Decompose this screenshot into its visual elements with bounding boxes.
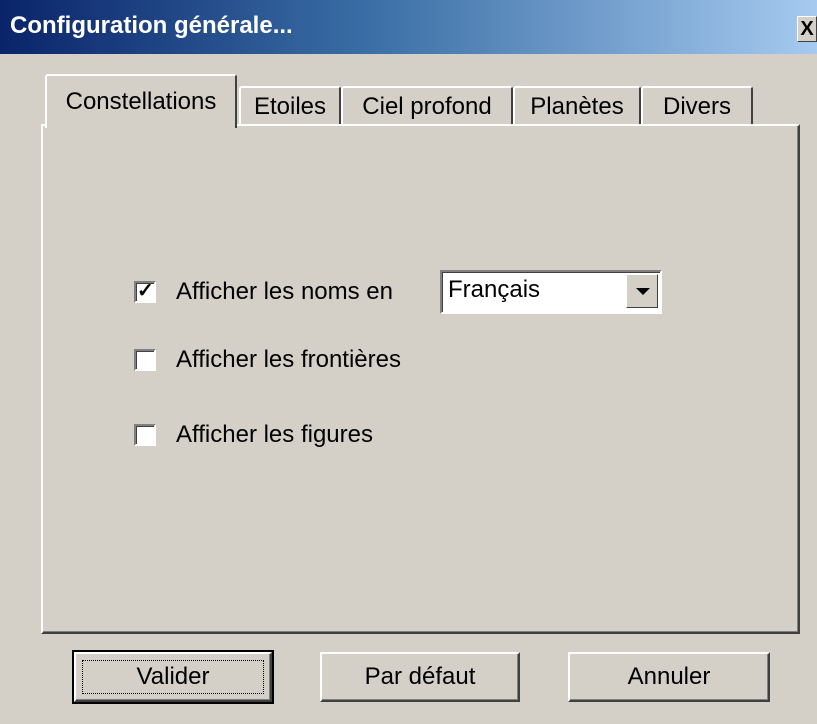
tab-label: Divers bbox=[662, 93, 731, 120]
tab-constellations[interactable]: Constellations bbox=[45, 74, 237, 128]
language-select-value: Français bbox=[448, 276, 541, 303]
tab-panel-constellations bbox=[41, 124, 800, 634]
tab-label: Constellations bbox=[65, 88, 217, 115]
cancel-button-label: Annuler bbox=[627, 663, 711, 690]
language-select[interactable]: Français bbox=[440, 270, 662, 314]
option-show-names[interactable]: ✓ Afficher les noms en bbox=[134, 277, 393, 307]
tab-planetes[interactable]: Planètes bbox=[513, 86, 641, 126]
tab-label: Ciel profond bbox=[362, 93, 492, 120]
default-button-label: Par défaut bbox=[364, 663, 476, 690]
chevron-down-icon bbox=[636, 288, 650, 295]
option-show-borders[interactable]: Afficher les frontières bbox=[134, 345, 401, 375]
cancel-button[interactable]: Annuler bbox=[568, 652, 770, 702]
close-icon: X bbox=[800, 18, 814, 40]
show-names-label: Afficher les noms en bbox=[176, 278, 393, 305]
show-figures-label: Afficher les figures bbox=[176, 421, 373, 448]
show-names-checkbox[interactable]: ✓ bbox=[134, 280, 156, 303]
checkmark-icon: ✓ bbox=[137, 280, 154, 302]
dropdown-button[interactable] bbox=[626, 274, 658, 308]
show-borders-label: Afficher les frontières bbox=[176, 346, 401, 373]
validate-button-label: Valider bbox=[136, 663, 210, 690]
validate-button[interactable]: Valider bbox=[72, 650, 274, 704]
tab-divers[interactable]: Divers bbox=[641, 86, 753, 126]
window-title: Configuration générale... bbox=[10, 12, 293, 39]
tab-label: Etoiles bbox=[253, 93, 327, 120]
tab-etoiles[interactable]: Etoiles bbox=[239, 86, 341, 126]
tab-label: Planètes bbox=[530, 93, 624, 120]
close-button[interactable]: X bbox=[797, 16, 817, 42]
show-borders-checkbox[interactable] bbox=[134, 349, 156, 371]
default-button[interactable]: Par défaut bbox=[320, 652, 520, 702]
tab-ciel-profond[interactable]: Ciel profond bbox=[341, 86, 513, 126]
show-figures-checkbox[interactable] bbox=[134, 424, 156, 446]
option-show-figures[interactable]: Afficher les figures bbox=[134, 420, 373, 450]
title-bar: Configuration générale... X bbox=[0, 0, 817, 54]
